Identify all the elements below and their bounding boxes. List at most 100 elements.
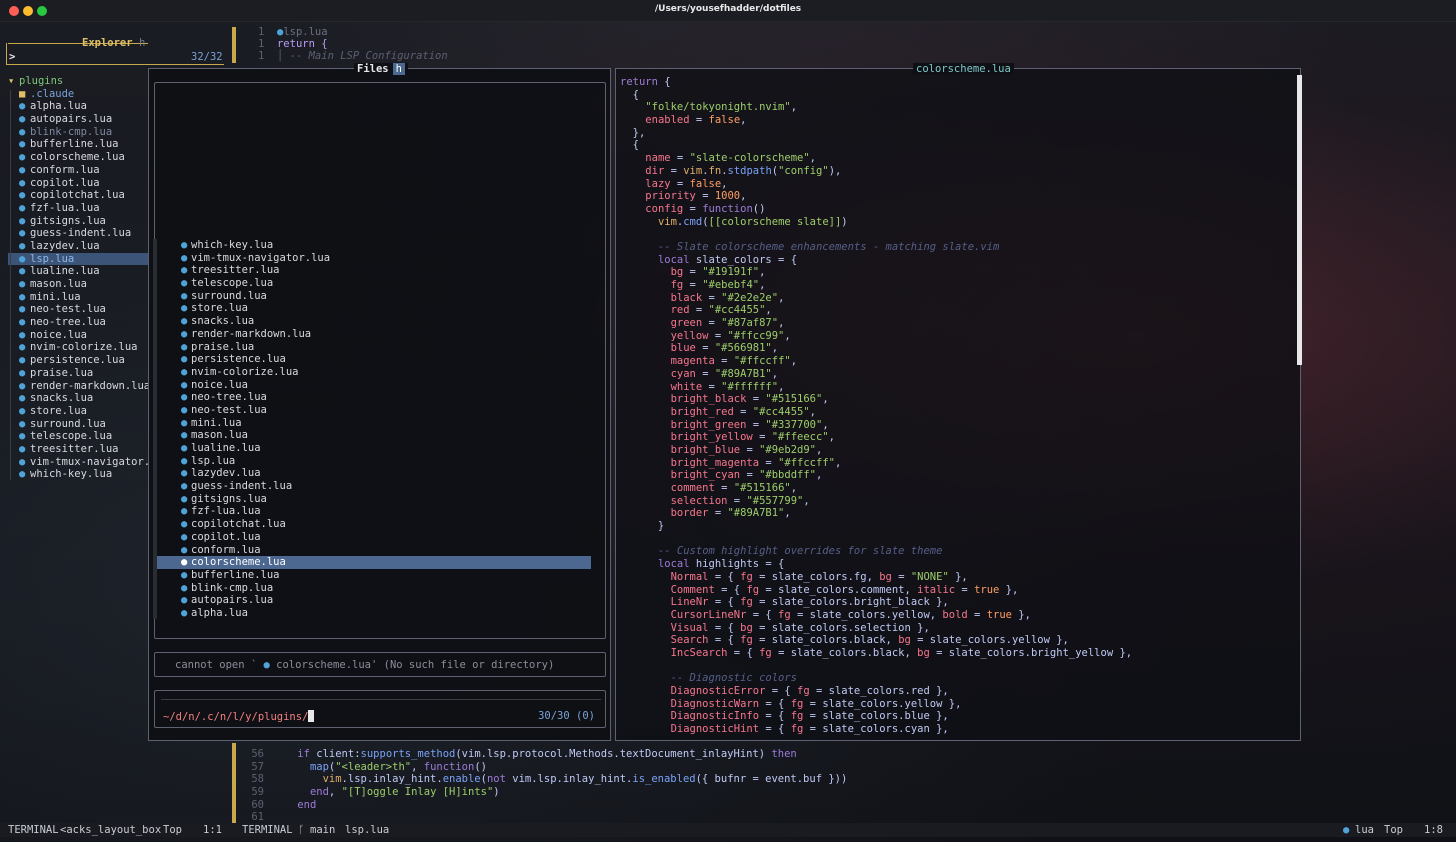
tree-file[interactable]: ● neo-test.lua	[8, 303, 148, 316]
tree-file[interactable]: ● fzf-lua.lua	[8, 202, 148, 215]
tree-folder[interactable]: ■ .claude	[8, 88, 148, 101]
picker-item[interactable]: ● which-key.lua	[157, 239, 591, 252]
tree-file[interactable]: ● autopairs.lua	[8, 113, 148, 126]
status-file: lsp.lua	[345, 824, 390, 836]
line-number: 59	[251, 786, 264, 799]
picker-item[interactable]: ● fzf-lua.lua	[157, 505, 591, 518]
picker-item[interactable]: ● persistence.lua	[157, 353, 591, 366]
code-token: bright_blue	[670, 443, 741, 456]
picker-item[interactable]: ● copilotchat.lua	[157, 518, 591, 531]
lua-file-icon: ●	[19, 125, 26, 138]
tree-file[interactable]: ● blink-cmp.lua	[8, 126, 148, 139]
tree-file[interactable]: ● nvim-colorize.lua	[8, 341, 148, 354]
code-token: "folke/tokyonight.nvim"	[645, 101, 791, 114]
line-number: 1	[258, 50, 265, 62]
picker-input[interactable]: ~/d/n/.c/n/l/y/plugins/	[163, 710, 315, 723]
code-token: fn	[708, 164, 722, 177]
picker-item[interactable]: ● snacks.lua	[157, 315, 591, 328]
picker-item[interactable]: ● guess-indent.lua	[157, 480, 591, 493]
editor-line-2: 1 │ -- Main LSP Configuration	[258, 50, 448, 62]
code-token: {	[657, 76, 671, 88]
code-token: =	[689, 304, 709, 317]
picker-input-box[interactable]: ~/d/n/.c/n/l/y/plugins/ 30/30 (0)	[154, 690, 606, 728]
tree-file-label: praise.lua	[30, 366, 94, 379]
tree-file[interactable]: ● vim-tmux-navigator.l	[8, 456, 148, 469]
code-token: =	[664, 164, 684, 177]
tree-file[interactable]: ● copilotchat.lua	[8, 189, 148, 202]
tree-file[interactable]: ● store.lua	[8, 405, 148, 418]
picker-item[interactable]: ● lualine.lua	[157, 442, 591, 455]
picker-item[interactable]: ● lsp.lua	[157, 455, 591, 468]
code-token: ,	[778, 291, 785, 304]
code-token: selection	[670, 494, 728, 507]
code-token: "#bbddff"	[759, 469, 816, 482]
picker-item[interactable]: ● mason.lua	[157, 429, 591, 442]
code-line: vim.cmd([[colorscheme slate]])	[620, 216, 1132, 229]
code-token: fg	[778, 608, 791, 621]
picker-item[interactable]: ● copilot.lua	[157, 531, 591, 544]
picker-item[interactable]: ● conform.lua	[157, 544, 591, 557]
editor-tab-label[interactable]: lsp.lua	[283, 26, 327, 38]
tree-file-list: ● alpha.lua ● autopairs.lua ● blink-cmp.lua ● b…	[8, 100, 148, 481]
tree-file[interactable]: ● snacks.lua	[8, 392, 148, 405]
tree-file[interactable]: ● which-key.lua	[8, 468, 148, 481]
picker-item[interactable]: ● render-markdown.lua	[157, 328, 591, 341]
code-token: = slate_colors.black,	[752, 634, 899, 647]
picker-item[interactable]: ● colorscheme.lua	[157, 556, 591, 569]
picker-item[interactable]: ● gitsigns.lua	[157, 493, 591, 506]
tree-file[interactable]: ● telescope.lua	[8, 430, 148, 443]
tree-file[interactable]: ● mason.lua	[8, 278, 148, 291]
code-token: DiagnosticError	[670, 685, 766, 697]
code-token: bold	[942, 608, 968, 621]
picker-item[interactable]: ● telescope.lua	[157, 277, 591, 290]
picker-item[interactable]: ● treesitter.lua	[157, 264, 591, 277]
tree-file[interactable]: ● gitsigns.lua	[8, 215, 148, 228]
tree-file[interactable]: ● mini.lua	[8, 291, 148, 304]
tree-file[interactable]: ● lualine.lua	[8, 265, 148, 278]
picker-item[interactable]: ● neo-test.lua	[157, 404, 591, 417]
code-line: "folke/tokyonight.nvim",	[620, 101, 1132, 114]
picker-item[interactable]: ● surround.lua	[157, 290, 591, 303]
tree-file[interactable]: ● lazydev.lua	[8, 240, 148, 253]
picker-item[interactable]: ● nvim-colorize.lua	[157, 366, 591, 379]
code-token: cmd	[683, 215, 703, 228]
picker-item[interactable]: ● noice.lua	[157, 379, 591, 392]
window-separator-bottom	[232, 743, 236, 823]
tree-file[interactable]: ● neo-tree.lua	[8, 316, 148, 329]
tree-file[interactable]: ● copilot.lua	[8, 177, 148, 190]
code-token: =	[708, 507, 728, 520]
code-token: "#cc4455"	[752, 405, 810, 418]
status-bar: TERMINAL <acks_layout_box Top 1:1 TERMIN…	[0, 823, 1456, 837]
picker-item[interactable]: ● praise.lua	[157, 341, 591, 354]
picker-item[interactable]: ● autopairs.lua	[157, 594, 591, 607]
explorer-search-prompt[interactable]: >	[9, 51, 15, 63]
tree-root-folder[interactable]: ▾ plugins	[8, 75, 148, 88]
code-line: -- Diagnostic colors	[620, 672, 1132, 685]
tree-file-label: vim-tmux-navigator.l	[30, 455, 148, 468]
tree-file[interactable]: ● alpha.lua	[8, 100, 148, 113]
picker-item[interactable]: ● mini.lua	[157, 417, 591, 430]
tree-file[interactable]: ● noice.lua	[8, 329, 148, 342]
tree-file[interactable]: ● conform.lua	[8, 164, 148, 177]
tree-file[interactable]: ● praise.lua	[8, 367, 148, 380]
tree-file[interactable]: ● bufferline.lua	[8, 138, 148, 151]
code-token: = slate_colors.fg,	[752, 570, 880, 583]
picker-item[interactable]: ● vim-tmux-navigator.lua	[157, 252, 591, 265]
picker-item[interactable]: ● lazydev.lua	[157, 467, 591, 480]
picker-item-label: alpha.lua	[191, 606, 248, 619]
tree-file[interactable]: ● colorscheme.lua	[8, 151, 148, 164]
tree-file[interactable]: ● guess-indent.lua	[8, 227, 148, 240]
tree-file[interactable]: ● lsp.lua	[8, 252, 148, 266]
tree-file[interactable]: ● render-markdown.lua	[8, 380, 148, 393]
picker-item[interactable]: ● blink-cmp.lua	[157, 582, 591, 595]
picker-item[interactable]: ● bufferline.lua	[157, 569, 591, 582]
tree-file[interactable]: ● treesitter.lua	[8, 443, 148, 456]
tree-file[interactable]: ● surround.lua	[8, 418, 148, 431]
picker-item[interactable]: ● store.lua	[157, 302, 591, 315]
tree-file[interactable]: ● persistence.lua	[8, 354, 148, 367]
lua-file-icon: ●	[19, 430, 26, 443]
picker-item[interactable]: ● alpha.lua	[157, 607, 591, 620]
preview-scrollbar[interactable]	[1297, 75, 1302, 365]
picker-item[interactable]: ● neo-tree.lua	[157, 391, 591, 404]
